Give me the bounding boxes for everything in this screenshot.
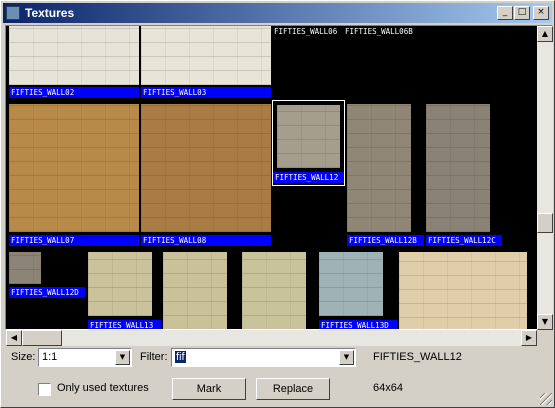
texture-label: FIFTIES_WALL06B [345, 27, 413, 36]
chevron-down-icon[interactable]: ▼ [115, 350, 130, 365]
texture-tile[interactable]: FIFTIES_WALL07 [9, 104, 139, 248]
selected-texture-size: 64x64 [373, 382, 403, 394]
texture-image [141, 26, 271, 85]
filter-input[interactable]: fif ▼ [171, 348, 356, 367]
resize-grip[interactable] [540, 393, 552, 405]
minimize-button[interactable]: _ [497, 6, 513, 20]
texture-label: FIFTIES_WALL03 [141, 87, 271, 98]
window-title: Textures [25, 6, 75, 20]
texture-image [277, 105, 340, 168]
filter-value: fif [175, 351, 186, 363]
horizontal-scroll-thumb[interactable] [22, 330, 62, 346]
texture-label: FIFTIES_WALL02 [9, 87, 139, 98]
texture-label: FIFTIES_WALL12B [347, 235, 424, 246]
texture-image [141, 104, 271, 232]
texture-label: FIFTIES_WALL12D [9, 287, 85, 298]
texture-label: FIFTIES_WALL07 [9, 235, 139, 246]
texture-image [88, 252, 152, 316]
texture-label: FIFTIES_WALL06 [274, 27, 338, 36]
only-used-label: Only used textures [57, 382, 149, 394]
texture-tile[interactable]: FIFTIES_WALL13D [319, 252, 397, 329]
size-dropdown[interactable]: 1:1 ▼ [38, 348, 132, 367]
texture-tile[interactable]: FIFTIES_WALL06B [343, 26, 423, 38]
texture-tile[interactable]: FIFTIES_WALL13 [88, 252, 161, 329]
title-bar[interactable]: Textures _ □ × [3, 3, 552, 23]
scroll-left-button[interactable]: ◀ [6, 330, 22, 346]
only-used-checkbox[interactable] [38, 383, 51, 396]
close-button[interactable]: × [533, 6, 549, 20]
texture-tile[interactable]: FIFTIES_WALL02 [9, 26, 139, 99]
size-label: Size: [11, 351, 36, 363]
replace-button[interactable]: Replace [256, 378, 330, 400]
texture-browser[interactable]: FIFTIES_WALL02 FIFTIES_WALL03 FIFTIES_WA… [5, 25, 553, 330]
texture-tile[interactable] [399, 252, 529, 329]
texture-image [242, 252, 306, 329]
texture-tile[interactable]: FIFTIES_WALL12D [9, 252, 85, 300]
texture-label: FIFTIES_WALL12C [426, 235, 502, 246]
vertical-scroll-thumb[interactable] [537, 213, 553, 234]
texture-tile[interactable]: FIFTIES_WALL12 [272, 100, 345, 186]
vertical-scrollbar[interactable]: ▲ ▼ [537, 26, 553, 330]
texture-tile[interactable] [242, 252, 312, 329]
texture-image [426, 104, 490, 232]
texture-image [9, 104, 139, 232]
texture-tile[interactable] [163, 252, 233, 329]
selected-texture-name: FIFTIES_WALL12 [373, 351, 462, 363]
texture-tile[interactable]: FIFTIES_WALL06 [272, 26, 342, 38]
texture-image [319, 252, 383, 316]
texture-label: FIFTIES_WALL08 [141, 235, 271, 246]
scroll-right-button[interactable]: ▶ [521, 330, 537, 346]
app-icon [6, 6, 20, 20]
scroll-down-button[interactable]: ▼ [537, 314, 553, 330]
textures-window: Textures _ □ × FIFTIES_WALL02 FIFTIES_WA… [0, 0, 555, 408]
texture-tile[interactable]: FIFTIES_WALL03 [141, 26, 271, 99]
texture-tile[interactable]: FIFTIES_WALL12B [347, 104, 424, 248]
horizontal-scrollbar[interactable]: ◀ ▶ [6, 330, 537, 346]
texture-label: FIFTIES_WALL12 [273, 172, 344, 183]
texture-image [347, 104, 411, 232]
mark-button[interactable]: Mark [172, 378, 246, 400]
texture-label: FIFTIES_WALL13 [88, 320, 161, 329]
texture-image [163, 252, 227, 329]
scroll-up-button[interactable]: ▲ [537, 26, 553, 42]
texture-tile[interactable]: FIFTIES_WALL12C [426, 104, 502, 248]
texture-tile[interactable]: FIFTIES_WALL08 [141, 104, 271, 248]
texture-label: FIFTIES_WALL13D [319, 320, 397, 329]
size-value: 1:1 [42, 351, 58, 363]
texture-image [9, 252, 41, 284]
texture-image [9, 26, 139, 85]
chevron-down-icon[interactable]: ▼ [339, 350, 354, 365]
texture-image [399, 252, 527, 329]
maximize-button[interactable]: □ [514, 6, 530, 20]
filter-label: Filter: [140, 351, 168, 363]
